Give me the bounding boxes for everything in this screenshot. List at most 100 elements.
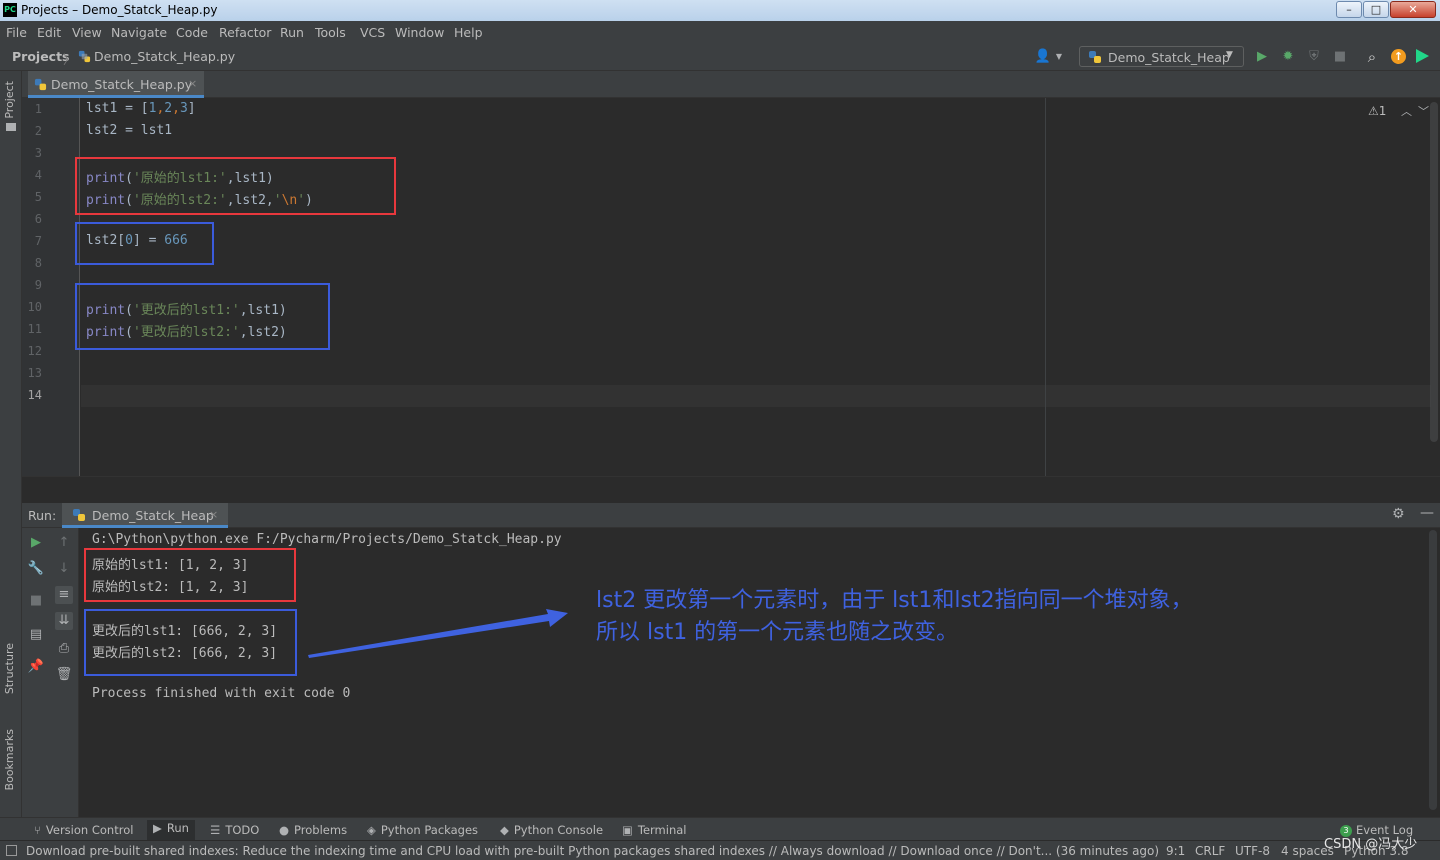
minimize-button[interactable]: – <box>1336 1 1362 18</box>
menu-vcs[interactable]: VCS <box>360 25 385 40</box>
terminal-tool-button[interactable]: ▣ Terminal <box>622 823 686 837</box>
branch-icon: ⑂ <box>34 823 41 837</box>
python-console-tool-button[interactable]: ◆ Python Console <box>500 823 603 837</box>
version-control-tool-button[interactable]: ⑂ Version Control <box>34 823 133 837</box>
user-dropdown-chevron-icon[interactable]: ▼ <box>1050 48 1068 66</box>
stop-icon[interactable]: ■ <box>1331 48 1349 66</box>
panel-splitter[interactable] <box>22 476 1440 503</box>
project-tool-tab[interactable]: Project <box>3 81 16 119</box>
run-tab-label: Demo_Statck_Heap <box>92 508 214 523</box>
scroll-to-end-icon[interactable]: ⇊ <box>55 612 73 630</box>
scrollbar-thumb[interactable] <box>1430 102 1438 442</box>
editor-scrollbar[interactable] <box>1429 98 1439 448</box>
close-button[interactable]: ✕ <box>1390 1 1436 18</box>
line-number: 12 <box>27 344 42 358</box>
window-title: Projects – Demo_Statck_Heap.py <box>21 3 218 17</box>
line-number: 4 <box>34 168 42 182</box>
close-icon[interactable]: × <box>188 77 197 90</box>
bottom-tool-bar: ⑂ Version Control ▶ Run ☰ TODO ● Problems ◈ P… <box>0 817 1440 840</box>
menu-code[interactable]: Code <box>176 25 208 40</box>
menu-window[interactable]: Window <box>395 25 444 40</box>
layout-icon[interactable]: ▤ <box>27 626 45 644</box>
bookmarks-tool-tab[interactable]: Bookmarks <box>3 729 16 790</box>
hide-panel-icon[interactable]: — <box>1420 505 1434 521</box>
run-icon[interactable]: ▶ <box>1253 48 1271 66</box>
menu-run[interactable]: Run <box>280 25 304 40</box>
arrow-up-icon[interactable]: ↑ <box>55 534 73 552</box>
breadcrumb-separator-icon: 〉 <box>63 52 76 67</box>
arrow-down-icon[interactable]: ↓ <box>55 560 73 578</box>
coverage-icon[interactable]: ⛨ <box>1305 48 1323 66</box>
gear-icon[interactable]: ⚙ <box>1392 506 1405 522</box>
soft-wrap-icon[interactable]: ≡ <box>55 586 73 604</box>
python-config-icon <box>1089 51 1101 63</box>
stop-icon[interactable]: ■ <box>27 592 45 610</box>
terminal-icon: ▣ <box>622 823 633 837</box>
python-packages-tool-button[interactable]: ◈ Python Packages <box>367 823 478 837</box>
menu-tools[interactable]: Tools <box>315 25 346 40</box>
print-icon[interactable]: ⎙ <box>55 640 73 658</box>
warning-count[interactable]: ⚠1 <box>1368 104 1386 118</box>
jetbrains-toolbox-icon[interactable] <box>1416 49 1429 63</box>
console-line: Process finished with exit code 0 <box>92 686 351 701</box>
annotation-blue-box-code <box>75 283 330 350</box>
close-icon[interactable]: × <box>209 508 218 521</box>
file-encoding[interactable]: UTF-8 <box>1235 844 1270 858</box>
menu-help[interactable]: Help <box>454 25 483 40</box>
caret-position[interactable]: 9:1 <box>1166 844 1185 858</box>
menu-file[interactable]: File <box>6 25 27 40</box>
todo-tool-button[interactable]: ☰ TODO <box>210 823 259 837</box>
chevron-up-icon[interactable]: ︿ <box>1401 103 1412 119</box>
run-toolbar-secondary: ↑ ↓ ≡ ⇊ ⎙ 🗑 <box>50 528 79 817</box>
update-icon[interactable]: ↑ <box>1391 49 1406 64</box>
line-number-current: 14 <box>27 388 42 402</box>
status-bar: Download pre-built shared indexes: Reduc… <box>0 840 1440 860</box>
toggle-tool-windows-icon[interactable] <box>6 845 17 856</box>
search-icon[interactable]: ⌕ <box>1363 48 1381 66</box>
menu-navigate[interactable]: Navigate <box>111 25 167 40</box>
run-toolbar-primary: ▶ 🔧 ■ ▤ 📌 <box>22 528 50 817</box>
structure-tool-tab[interactable]: Structure <box>3 643 16 694</box>
code-line-1: lst1 = [1,2,3] <box>86 101 196 116</box>
status-message[interactable]: Download pre-built shared indexes: Reduc… <box>26 844 1159 858</box>
line-number: 1 <box>34 102 42 116</box>
run-configuration-label: Demo_Statck_Heap <box>1108 50 1230 65</box>
rerun-icon[interactable]: ▶ <box>27 534 45 552</box>
annotation-note-line-1: lst2 更改第一个元素时，由于 lst1和lst2指向同一个堆对象， <box>596 588 1193 613</box>
console-scrollbar[interactable] <box>1429 530 1437 810</box>
maximize-button[interactable]: □ <box>1363 1 1389 18</box>
debug-bug-icon[interactable]: ✹ <box>1279 48 1297 66</box>
pin-icon[interactable]: 📌 <box>27 658 45 676</box>
chevron-down-icon: ▼ <box>1226 50 1233 60</box>
annotation-note-line-2: 所以 lst1 的第一个元素也随之改变。 <box>596 620 959 645</box>
annotation-blue-box-assign <box>75 222 214 265</box>
wrench-icon[interactable]: 🔧 <box>27 560 45 578</box>
trash-icon[interactable]: 🗑 <box>55 666 73 684</box>
editor-tab-bar: Demo_Statck_Heap.py × <box>22 71 1440 98</box>
list-icon: ☰ <box>210 823 221 837</box>
problems-tool-button[interactable]: ● Problems <box>279 823 347 837</box>
chevron-down-icon[interactable]: ﹀ <box>1418 103 1429 119</box>
current-line-highlight <box>81 385 1431 407</box>
problems-icon: ● <box>279 823 290 837</box>
menu-refactor[interactable]: Refactor <box>219 25 271 40</box>
run-panel-header: Run: Demo_Statck_Heap × ⚙ — <box>22 503 1440 528</box>
navigation-bar: Projects 〉 Demo_Statck_Heap.py 👤 ▼ Demo_… <box>0 43 1440 71</box>
breadcrumb-projects[interactable]: Projects <box>12 49 70 64</box>
line-separator[interactable]: CRLF <box>1195 844 1225 858</box>
line-number: 3 <box>34 146 42 160</box>
run-tab-demo-statck-heap[interactable]: Demo_Statck_Heap × <box>62 503 228 528</box>
folder-icon <box>6 123 16 131</box>
line-number: 2 <box>34 124 42 138</box>
line-number: 13 <box>27 366 42 380</box>
run-configuration-select[interactable]: Demo_Statck_Heap ▼ <box>1079 46 1244 67</box>
python-run-icon <box>73 509 85 521</box>
tab-demo-statck-heap-py[interactable]: Demo_Statck_Heap.py × <box>28 71 204 98</box>
menu-view[interactable]: View <box>72 25 102 40</box>
menu-edit[interactable]: Edit <box>37 25 61 40</box>
breadcrumb-file[interactable]: Demo_Statck_Heap.py <box>94 49 235 64</box>
line-number-gutter: 1 2 3 4 5 6 7 8 9 10 11 12 13 14 <box>22 98 80 476</box>
annotation-note: lst2 更改第一个元素时，由于 lst1和lst2指向同一个堆对象， 所以 l… <box>596 585 1296 649</box>
left-tool-strip: Project Structure Bookmarks <box>0 71 22 817</box>
run-tool-button[interactable]: ▶ Run <box>147 820 195 840</box>
